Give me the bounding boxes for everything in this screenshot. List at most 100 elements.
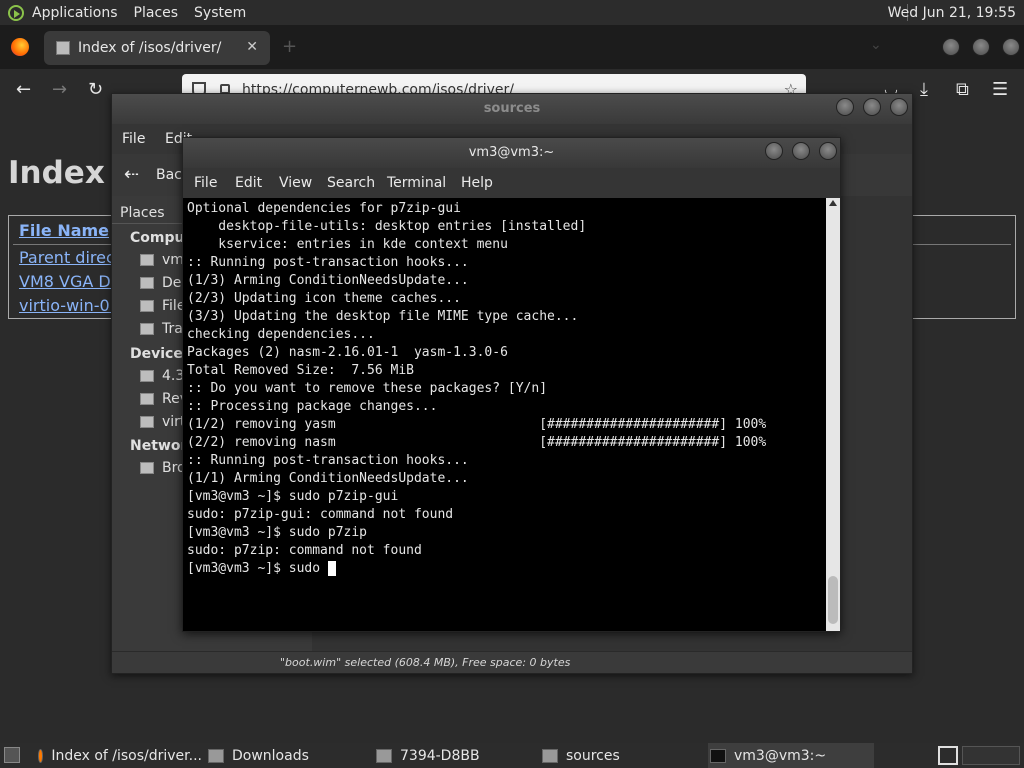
fm-maximize-button[interactable] <box>863 98 881 116</box>
drive-icon <box>140 416 154 428</box>
term-line: kservice: entries in kde context menu <box>187 237 508 252</box>
term-prompt: [vm3@vm3 ~]$ sudo <box>187 561 328 576</box>
sidebar-item-filesystem[interactable]: File <box>140 298 185 314</box>
term-line: sudo: p7zip: command not found <box>187 543 422 558</box>
folder-icon <box>542 748 558 763</box>
term-menu-help[interactable]: Help <box>461 175 493 191</box>
scrollbar-thumb[interactable] <box>828 576 838 624</box>
terminal-scrollbar[interactable] <box>826 198 840 631</box>
fm-close-button[interactable] <box>890 98 908 116</box>
applications-menu[interactable]: Applications <box>32 5 118 21</box>
task-label: Downloads <box>232 747 309 764</box>
download-icon[interactable]: ⤓ <box>920 79 928 100</box>
term-menu-search[interactable]: Search <box>327 175 375 191</box>
term-line: :: Processing package changes... <box>187 399 438 414</box>
new-tab-icon[interactable]: + <box>282 36 297 57</box>
task-sources[interactable]: sources <box>540 743 706 768</box>
network-icon <box>140 462 154 474</box>
term-menu-terminal[interactable]: Terminal <box>387 175 446 191</box>
forward-arrow-icon[interactable]: → <box>52 79 67 100</box>
task-downloads[interactable]: Downloads <box>204 743 370 768</box>
page-favicon-icon <box>56 41 70 55</box>
folder-icon <box>208 748 224 763</box>
sidebar-item-device[interactable]: Rev <box>140 391 188 407</box>
term-line: Packages (2) nasm-2.16.01-1 yasm-1.3.0-6 <box>187 345 508 360</box>
workspace-2[interactable] <box>962 746 1020 765</box>
term-menu-view[interactable]: View <box>279 175 312 191</box>
sidebar-item-device[interactable]: 4.3 <box>140 368 184 384</box>
fm-minimize-button[interactable] <box>836 98 854 116</box>
term-line: desktop-file-utils: desktop entries [ins… <box>187 219 587 234</box>
trash-icon <box>140 323 154 335</box>
term-line: (1/2) removing yasm [###################… <box>187 417 767 432</box>
reload-icon[interactable]: ↻ <box>88 79 103 100</box>
maximize-button[interactable] <box>972 38 990 56</box>
term-line: Total Removed Size: 7.56 MiB <box>187 363 414 378</box>
scroll-up-arrow-icon[interactable] <box>829 200 837 206</box>
firefox-icon <box>38 748 44 763</box>
extensions-icon[interactable]: ⧉ <box>956 79 969 100</box>
task-terminal[interactable]: vm3@vm3:~ <box>708 743 874 768</box>
drive-icon <box>376 748 392 763</box>
term-line: (1/3) Arming ConditionNeedsUpdate... <box>187 273 469 288</box>
filesystem-icon <box>140 300 154 312</box>
sidebar-item-device[interactable]: virt <box>140 414 185 430</box>
terminal-menu-bar: File Edit View Search Terminal Help <box>183 168 840 198</box>
menu-icon[interactable]: ☰ <box>992 79 1008 100</box>
term-maximize-button[interactable] <box>792 142 810 160</box>
task-firefox[interactable]: Index of /isos/driver... <box>32 743 202 768</box>
task-label: 7394-D8BB <box>400 747 480 764</box>
home-icon <box>140 254 154 266</box>
task-label: Index of /isos/driver... <box>51 747 202 764</box>
term-line: sudo: p7zip-gui: command not found <box>187 507 454 522</box>
close-tab-icon[interactable]: ✕ <box>246 39 258 55</box>
task-label: vm3@vm3:~ <box>734 747 827 764</box>
firefox-icon[interactable] <box>11 38 29 56</box>
text-cursor <box>327 561 336 576</box>
close-button[interactable] <box>1002 38 1020 56</box>
term-minimize-button[interactable] <box>765 142 783 160</box>
listing-row[interactable]: Parent direct <box>19 248 121 267</box>
sidebar-item-browse-network[interactable]: Bro <box>140 460 186 476</box>
term-line: [vm3@vm3 ~]$ sudo p7zip <box>187 525 368 540</box>
listing-row[interactable]: VM8 VGA Dr <box>19 272 117 291</box>
terminal-window: vm3@vm3:~ File Edit View Search Terminal… <box>182 137 841 632</box>
term-line: :: Do you want to remove these packages?… <box>187 381 548 396</box>
term-menu-edit[interactable]: Edit <box>235 175 262 191</box>
terminal-title[interactable]: vm3@vm3:~ <box>183 138 840 168</box>
task-label: sources <box>566 747 620 764</box>
back-arrow-icon[interactable]: ← <box>16 79 31 100</box>
browser-tab[interactable]: Index of /isos/driver/ ✕ <box>44 31 270 65</box>
show-desktop-icon[interactable] <box>4 747 20 763</box>
column-header-file-name[interactable]: File Name <box>19 221 109 240</box>
browser-tab-bar: Index of /isos/driver/ ✕ + ⌄ <box>0 25 1024 69</box>
places-menu[interactable]: Places <box>134 5 179 21</box>
listing-row[interactable]: virtio-win-0.1 <box>19 296 125 315</box>
task-7394-d8bb[interactable]: 7394-D8BB <box>372 743 538 768</box>
sidebar-item-trash[interactable]: Tra <box>140 321 183 337</box>
distro-logo-icon[interactable] <box>8 4 24 21</box>
term-menu-file[interactable]: File <box>194 175 217 191</box>
system-menu[interactable]: System <box>194 5 246 21</box>
file-manager-title[interactable]: sources <box>112 94 912 124</box>
top-menu: Applications Places System <box>32 0 262 25</box>
term-line: (2/2) removing nasm [###################… <box>187 435 767 450</box>
term-prompt-line[interactable]: [vm3@vm3 ~]$ sudo <box>187 560 826 578</box>
bottom-taskbar: Index of /isos/driver... Downloads 7394-… <box>0 743 1024 768</box>
fm-menu-file[interactable]: File <box>122 131 145 147</box>
chevron-down-icon[interactable]: ⌄ <box>870 37 882 53</box>
terminal-icon <box>710 748 726 763</box>
term-line: :: Running post-transaction hooks... <box>187 255 469 270</box>
drive-icon <box>140 393 154 405</box>
workspace-1[interactable] <box>938 746 958 765</box>
term-line: Optional dependencies for p7zip-gui <box>187 201 461 216</box>
terminal-output[interactable]: Optional dependencies for p7zip-gui desk… <box>183 198 826 631</box>
term-close-button[interactable] <box>819 142 837 160</box>
sidebar-item-label: 4.3 <box>162 368 185 384</box>
minimize-button[interactable] <box>942 38 960 56</box>
back-arrow-icon[interactable]: ⇠ <box>124 164 139 185</box>
tab-title: Index of /isos/driver/ <box>78 40 222 56</box>
clock[interactable]: Wed Jun 21, 19:55 <box>888 0 1016 25</box>
fm-status-bar: "boot.wim" selected (608.4 MB), Free spa… <box>112 651 912 673</box>
term-line: (3/3) Updating the desktop file MIME typ… <box>187 309 579 324</box>
